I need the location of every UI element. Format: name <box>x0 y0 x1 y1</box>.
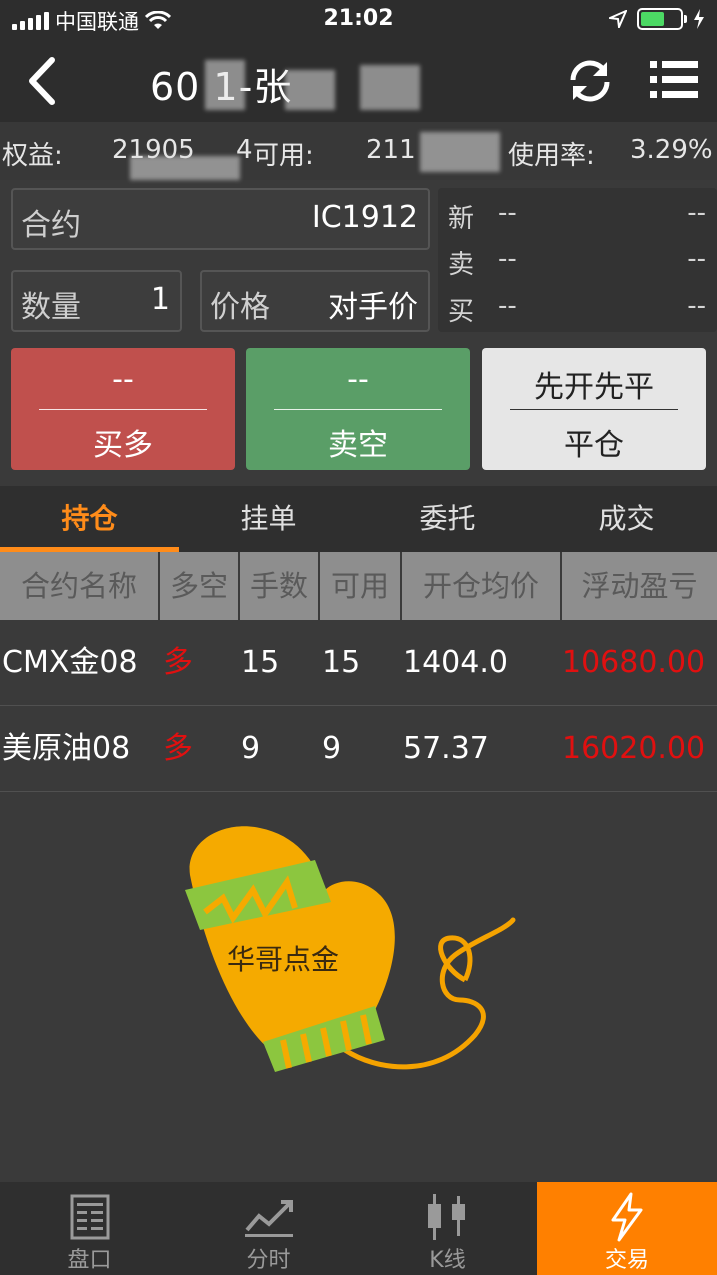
cell-pnl: 16020.00 <box>562 731 706 766</box>
buy-label: 买多 <box>93 428 153 463</box>
quote-value: -- <box>498 198 517 228</box>
order-book-icon <box>70 1194 110 1240</box>
nav-label: 分时 <box>246 1248 291 1273</box>
nav-bar: 60 1-张 <box>0 40 717 122</box>
nav-label: 交易 <box>604 1248 649 1273</box>
redaction-mosaic <box>130 156 240 180</box>
cell-avg-price: 1404.0 <box>403 645 508 680</box>
price-label: 价格 <box>210 290 270 325</box>
sell-price: -- <box>347 362 369 397</box>
equity-label: 权益: <box>2 141 63 171</box>
cell-available: 9 <box>322 731 342 766</box>
contract-value: IC1912 <box>311 200 418 235</box>
line-chart-icon <box>245 1200 293 1237</box>
sell-short-button[interactable]: -- 卖空 <box>246 348 470 470</box>
back-button[interactable] <box>18 54 68 108</box>
col-available: 可用 <box>320 552 402 620</box>
tab-pending[interactable]: 挂单 <box>179 486 358 552</box>
nav-kline[interactable]: K线 <box>358 1182 537 1275</box>
status-bar: 中国联通 21:02 <box>0 0 717 40</box>
col-contract: 合约名称 <box>0 552 160 620</box>
refresh-icon <box>570 60 610 102</box>
quote-value: -- <box>498 244 517 274</box>
quote-row-ask: 卖 -- -- <box>446 244 708 284</box>
price-field[interactable]: 价格 对手价 <box>200 270 430 332</box>
buy-long-button[interactable]: -- 买多 <box>11 348 235 470</box>
redaction-mosaic <box>285 70 335 110</box>
nav-label: 盘口 <box>67 1248 112 1273</box>
lightning-icon <box>611 1192 643 1242</box>
available-label: 可用: <box>253 141 314 171</box>
quote-value: -- <box>687 291 706 321</box>
quote-row-bid: 买 -- -- <box>446 291 708 331</box>
tab-trades[interactable]: 成交 <box>537 486 716 552</box>
cell-side: 多 <box>163 731 193 766</box>
col-side: 多空 <box>160 552 240 620</box>
candlestick-icon <box>428 1194 465 1240</box>
contract-field[interactable]: 合约 IC1912 <box>11 188 430 250</box>
col-lots: 手数 <box>240 552 320 620</box>
quantity-label: 数量 <box>21 290 81 325</box>
col-pnl: 浮动盈亏 <box>581 569 698 603</box>
usage-value: 3.29% <box>630 135 713 165</box>
table-row[interactable]: CMX金08 多 15 15 1404.0 10680.00 <box>0 620 717 706</box>
buy-price: -- <box>112 362 134 397</box>
refresh-button[interactable] <box>565 56 615 106</box>
cell-side: 多 <box>163 645 193 680</box>
nav-trade[interactable]: 交易 <box>537 1182 717 1275</box>
position-tabs: 持仓 挂单 委托 成交 <box>0 486 717 552</box>
close-position-button[interactable]: 先开先平 平仓 <box>482 348 706 470</box>
quote-label: 卖 <box>448 250 475 280</box>
redaction-mosaic <box>420 132 500 172</box>
tab-positions[interactable]: 持仓 <box>0 486 179 552</box>
charging-bolt-icon <box>694 9 704 29</box>
account-summary: 权益: 21905 4 可用: 211 使用率: 3.29% <box>0 122 717 180</box>
table-row[interactable]: 美原油08 多 9 9 57.37 16020.00 <box>0 706 717 792</box>
bottom-nav: 盘口 分时 K线 交易 <box>0 1182 717 1275</box>
cell-lots: 15 <box>241 645 280 680</box>
cell-avg-price: 57.37 <box>403 731 489 766</box>
quote-row-last: 新 -- -- <box>446 198 708 238</box>
cell-pnl: 10680.00 <box>562 645 706 680</box>
usage-label: 使用率: <box>508 141 595 171</box>
nav-order-book[interactable]: 盘口 <box>0 1182 179 1275</box>
chevron-left-icon <box>29 57 55 105</box>
cell-contract: CMX金08 <box>2 645 138 680</box>
quote-value: -- <box>687 198 706 228</box>
positions-table-header: 合约名称 多空 手数 可用 开仓均价 浮动盈亏 <box>0 552 717 620</box>
cell-available: 15 <box>322 645 361 680</box>
redaction-mosaic <box>205 60 245 110</box>
close-label: 平仓 <box>564 428 624 463</box>
sell-label: 卖空 <box>328 428 388 463</box>
quote-label: 买 <box>448 297 475 327</box>
list-menu-icon <box>650 61 698 98</box>
battery-icon <box>637 8 687 30</box>
nav-label: K线 <box>429 1248 466 1273</box>
mitten-watermark: 华哥点金 <box>175 820 525 1080</box>
tab-orders[interactable]: 委托 <box>358 486 537 552</box>
location-arrow-icon <box>609 10 627 28</box>
close-mode: 先开先平 <box>534 370 654 405</box>
available-value: 211 <box>366 135 416 165</box>
quantity-field[interactable]: 数量 1 <box>11 270 182 332</box>
quote-panel: 新 -- -- 卖 -- -- 买 -- -- <box>438 188 717 332</box>
contract-label: 合约 <box>21 208 81 243</box>
price-value: 对手价 <box>328 290 418 325</box>
quantity-value: 1 <box>150 282 170 317</box>
redaction-mosaic <box>360 65 420 110</box>
nav-time-share[interactable]: 分时 <box>179 1182 358 1275</box>
quote-value: -- <box>498 291 517 321</box>
system-icons <box>609 8 705 30</box>
cell-lots: 9 <box>241 731 261 766</box>
col-avg-price: 开仓均价 <box>402 552 562 620</box>
quote-value: -- <box>687 244 706 274</box>
watermark-text: 华哥点金 <box>227 943 340 976</box>
menu-button[interactable] <box>648 58 700 102</box>
quote-label: 新 <box>448 204 475 234</box>
cell-contract: 美原油08 <box>2 731 131 766</box>
